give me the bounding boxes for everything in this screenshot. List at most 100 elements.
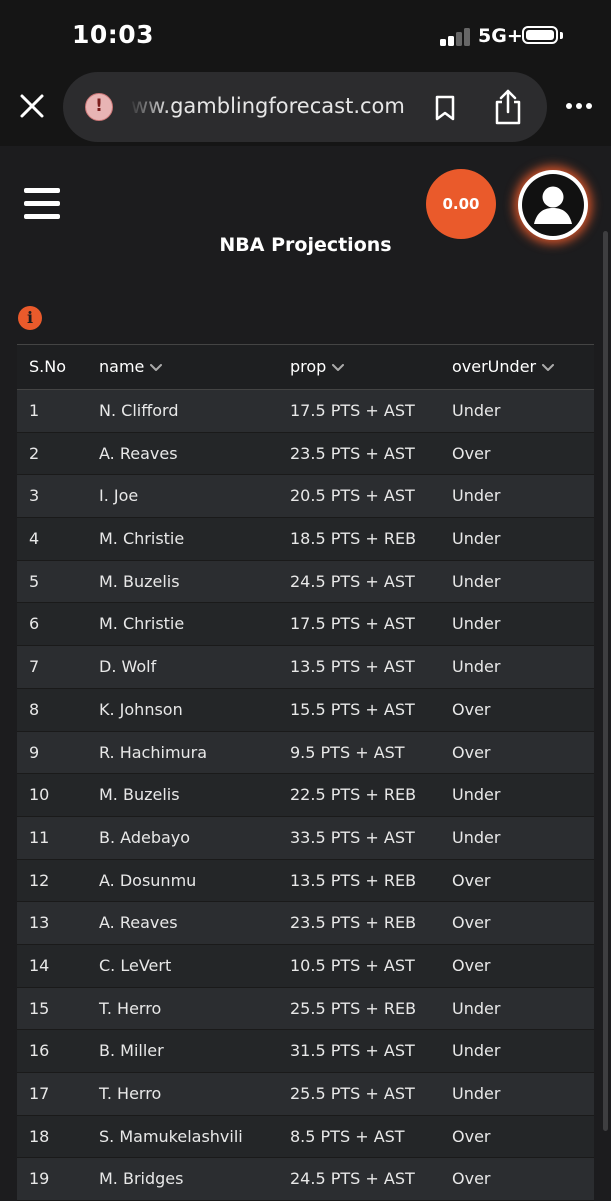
cell-over-under: Under <box>452 998 501 1018</box>
cell-sno: 4 <box>29 529 40 549</box>
chevron-down-icon <box>332 363 345 371</box>
table-row[interactable]: 7 D. Wolf 13.5 PTS + AST Under <box>17 646 594 689</box>
cell-prop: 25.5 PTS + AST <box>290 1084 415 1103</box>
chevron-down-icon <box>150 363 163 371</box>
cell-over-under: Under <box>452 614 501 634</box>
cell-over-under: Over <box>452 443 491 463</box>
table-row[interactable]: 12 A. Dosunmu 13.5 PTS + REB Over <box>17 859 594 903</box>
header-over-under[interactable]: overUnder <box>452 357 555 376</box>
battery-icon <box>522 26 558 44</box>
more-icon[interactable] <box>565 96 593 116</box>
cell-prop: 33.5 PTS + AST <box>290 827 415 847</box>
cell-over-under: Under <box>452 529 501 549</box>
cell-name: T. Herro <box>99 998 162 1018</box>
cell-sno: 2 <box>29 443 40 463</box>
cell-over-under: Over <box>452 1169 491 1189</box>
address-bar[interactable]: ! ww.gamblingforecast.com <box>63 72 547 142</box>
cell-name: S. Mamukelashvili <box>99 1126 243 1146</box>
cell-name: M. Buzelis <box>99 785 180 805</box>
scrollbar[interactable] <box>603 231 608 1131</box>
browser-toolbar: ! ww.gamblingforecast.com <box>0 70 611 146</box>
cell-prop: 24.5 PTS + AST <box>290 1169 415 1189</box>
table-body: 1 N. Clifford 17.5 PTS + AST Under 2 A. Reave… <box>17 390 594 1201</box>
cell-sno: 6 <box>29 614 40 634</box>
table-row[interactable]: 2 A. Reaves 23.5 PTS + AST Over <box>17 432 594 476</box>
cell-prop: 15.5 PTS + AST <box>290 699 415 719</box>
cell-name: M. Christie <box>99 614 185 634</box>
cell-prop: 18.5 PTS + REB <box>290 529 417 549</box>
table-row[interactable]: 15 T. Herro 25.5 PTS + REB Under <box>17 987 594 1031</box>
cell-sno: 17 <box>29 1084 50 1103</box>
hamburger-icon[interactable] <box>24 188 60 220</box>
cell-sno: 18 <box>29 1126 50 1146</box>
table-row[interactable]: 4 M. Christie 18.5 PTS + REB Under <box>17 518 594 561</box>
cell-name: B. Adebayo <box>99 827 191 847</box>
cell-prop: 8.5 PTS + AST <box>290 1126 405 1146</box>
table-row[interactable]: 9 R. Hachimura 9.5 PTS + AST Over <box>17 731 594 775</box>
cell-name: B. Miller <box>99 1041 164 1061</box>
cell-sno: 7 <box>29 657 40 677</box>
bookmark-icon[interactable] <box>433 94 457 122</box>
table-row[interactable]: 14 C. LeVert 10.5 PTS + AST Over <box>17 944 594 988</box>
cell-sno: 5 <box>29 571 40 591</box>
cell-sno: 11 <box>29 827 50 847</box>
projections-table: S.No name prop overUnder 1 N. Clifford 17.… <box>17 344 594 1201</box>
cell-over-under: Over <box>452 955 491 975</box>
cell-prop: 25.5 PTS + REB <box>290 998 417 1018</box>
cell-prop: 10.5 PTS + AST <box>290 955 415 975</box>
cell-sno: 1 <box>29 401 40 420</box>
url-text[interactable]: ww.gamblingforecast.com <box>131 94 406 118</box>
close-icon[interactable] <box>18 92 46 120</box>
page-title: NBA Projections <box>219 234 392 256</box>
cell-over-under: Under <box>452 571 501 591</box>
cell-sno: 19 <box>29 1169 50 1189</box>
info-icon[interactable]: i <box>18 306 42 330</box>
balance-badge[interactable]: 0.00 <box>426 169 496 239</box>
status-time: 10:03 <box>72 20 155 49</box>
table-row[interactable]: 11 B. Adebayo 33.5 PTS + AST Under <box>17 816 594 860</box>
cell-prop: 23.5 PTS + AST <box>290 443 415 463</box>
cell-over-under: Under <box>452 401 501 420</box>
cell-sno: 8 <box>29 699 40 719</box>
cell-name: R. Hachimura <box>99 742 208 762</box>
share-icon[interactable] <box>492 88 524 126</box>
cell-name: A. Reaves <box>99 443 178 463</box>
cell-prop: 13.5 PTS + AST <box>290 657 415 677</box>
alert-icon[interactable]: ! <box>85 93 113 121</box>
cell-name: M. Bridges <box>99 1169 184 1189</box>
chevron-down-icon <box>542 363 555 371</box>
table-row[interactable]: 13 A. Reaves 23.5 PTS + REB Over <box>17 902 594 945</box>
cell-name: C. LeVert <box>99 955 172 975</box>
cell-name: K. Johnson <box>99 699 183 719</box>
table-row[interactable]: 16 B. Miller 31.5 PTS + AST Under <box>17 1030 594 1073</box>
table-row[interactable]: 17 T. Herro 25.5 PTS + AST Under <box>17 1073 594 1116</box>
table-row[interactable]: 6 M. Christie 17.5 PTS + AST Under <box>17 603 594 647</box>
cell-over-under: Under <box>452 827 501 847</box>
table-row[interactable]: 5 M. Buzelis 24.5 PTS + AST Under <box>17 560 594 604</box>
cell-sno: 9 <box>29 742 40 762</box>
cell-name: M. Christie <box>99 529 185 549</box>
cell-prop: 17.5 PTS + AST <box>290 614 415 634</box>
table-row[interactable]: 18 S. Mamukelashvili 8.5 PTS + AST Over <box>17 1115 594 1159</box>
cell-sno: 12 <box>29 870 50 890</box>
signal-icon <box>440 28 472 46</box>
cell-sno: 13 <box>29 913 50 933</box>
cell-over-under: Under <box>452 486 501 506</box>
page-content: 0.00 NBA Projections i S.No name prop ov… <box>0 146 611 1201</box>
cell-over-under: Over <box>452 1126 491 1146</box>
cell-sno: 14 <box>29 955 50 975</box>
table-row[interactable]: 19 M. Bridges 24.5 PTS + AST Over <box>17 1158 594 1201</box>
avatar-icon[interactable] <box>518 170 588 240</box>
table-row[interactable]: 8 K. Johnson 15.5 PTS + AST Over <box>17 688 594 732</box>
cell-name: D. Wolf <box>99 657 157 677</box>
table-row[interactable]: 1 N. Clifford 17.5 PTS + AST Under <box>17 390 594 433</box>
cell-name: T. Herro <box>99 1084 162 1103</box>
cell-sno: 16 <box>29 1041 50 1061</box>
cell-over-under: Under <box>452 1084 501 1103</box>
cell-name: I. Joe <box>99 486 139 506</box>
table-row[interactable]: 10 M. Buzelis 22.5 PTS + REB Under <box>17 774 594 817</box>
header-prop[interactable]: prop <box>290 357 345 376</box>
table-row[interactable]: 3 I. Joe 20.5 PTS + AST Under <box>17 475 594 519</box>
header-name[interactable]: name <box>99 357 163 376</box>
cell-sno: 10 <box>29 785 50 805</box>
